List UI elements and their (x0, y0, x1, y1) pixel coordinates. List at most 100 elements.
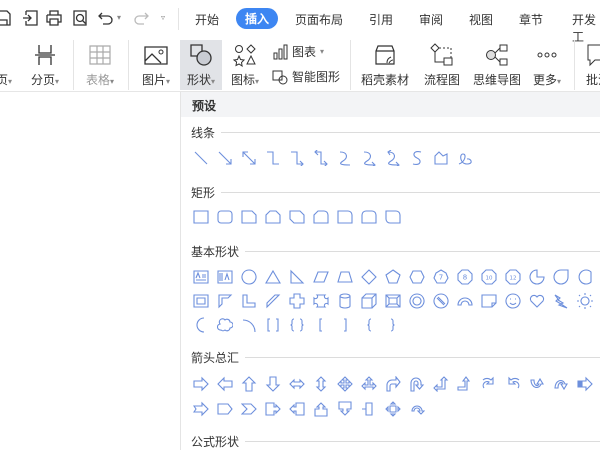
notched-right-arrow-shape-button[interactable] (189, 398, 213, 420)
left-right-arrow-shape-button[interactable] (285, 373, 309, 395)
block-arc-shape-button[interactable] (453, 290, 477, 312)
triangle-shape-button[interactable] (261, 266, 285, 288)
rect-shape-button[interactable] (189, 206, 213, 228)
round-same-shape-button[interactable] (357, 206, 381, 228)
hexagon-shape-button[interactable] (405, 266, 429, 288)
undo-dropdown[interactable]: ▾ (117, 13, 121, 22)
curved-right-arrow-shape-button[interactable] (477, 373, 501, 395)
bent-arrow-shape-button[interactable] (381, 373, 405, 395)
right-brace-shape-button[interactable] (381, 314, 405, 336)
down-arrow-shape-button[interactable] (261, 373, 285, 395)
elbow-shape-button[interactable] (261, 147, 285, 169)
docer-button[interactable]: 稻壳素材 (358, 40, 412, 90)
vertical-text-box-shape-button[interactable] (213, 266, 237, 288)
cloud-shape-button[interactable] (213, 314, 237, 336)
arc-shape-button[interactable] (237, 314, 261, 336)
quad-arrow-shape-button[interactable] (333, 373, 357, 395)
icon-button[interactable]: 图标▾ (225, 40, 265, 90)
redo-icon[interactable] (132, 9, 150, 27)
flowchart-button[interactable]: 流程图 (420, 40, 464, 90)
tab-chapter[interactable]: 章节 (519, 11, 543, 28)
snip-one-shape-button[interactable] (237, 206, 261, 228)
left-arrow-shape-button[interactable] (213, 373, 237, 395)
moon-shape-button[interactable] (189, 314, 213, 336)
print-icon[interactable] (45, 9, 63, 27)
s-curve-shape-button[interactable] (405, 147, 429, 169)
sun-shape-button[interactable] (573, 290, 597, 312)
chart-button[interactable]: 图表 ▾ (272, 43, 324, 60)
tab-insert[interactable]: 插入 (236, 8, 279, 29)
elbow-arrow-shape-button[interactable] (285, 147, 309, 169)
down-arrow-callout-shape-button[interactable] (333, 398, 357, 420)
left-right-arrow-callout-shape-button[interactable] (357, 398, 381, 420)
donut-shape-button[interactable] (405, 290, 429, 312)
u-turn-arrow-shape-button[interactable] (405, 373, 429, 395)
right-arrow-shape-button[interactable] (189, 373, 213, 395)
right-triangle-shape-button[interactable] (285, 266, 309, 288)
parallelogram-shape-button[interactable] (309, 266, 333, 288)
l-shape-shape-button[interactable] (237, 290, 261, 312)
teardrop-shape-button[interactable] (549, 266, 573, 288)
picture-button[interactable]: 图片▾ (135, 40, 177, 90)
pentagon-arrow-shape-button[interactable] (213, 398, 237, 420)
half-frame-shape-button[interactable] (213, 290, 237, 312)
smiley-shape-button[interactable] (501, 290, 525, 312)
cross-shape-button[interactable] (285, 290, 309, 312)
up-arrow-callout-shape-button[interactable] (309, 398, 333, 420)
up-arrow-shape-button[interactable] (237, 373, 261, 395)
tab-page-layout[interactable]: 页面布局 (295, 11, 343, 28)
curve-shape-button[interactable] (333, 147, 357, 169)
page-button[interactable]: 页▾ (0, 40, 18, 90)
left-bracket-shape-button[interactable] (309, 314, 333, 336)
frame-shape-button[interactable] (189, 290, 213, 312)
print-preview-icon[interactable] (71, 9, 89, 27)
chord-shape-button[interactable] (573, 266, 597, 288)
freeform-shape-button[interactable] (429, 147, 453, 169)
double-bracket-shape-button[interactable] (261, 314, 285, 336)
table-button[interactable]: 表格▾ (80, 40, 120, 90)
text-box-shape-button[interactable] (189, 266, 213, 288)
snip-same-shape-button[interactable] (261, 206, 285, 228)
page-break-button[interactable]: 分页▾ (26, 40, 64, 90)
octagon-8-shape-button[interactable]: 8 (453, 266, 477, 288)
curve-arrow-shape-button[interactable] (357, 147, 381, 169)
right-bracket-shape-button[interactable] (333, 314, 357, 336)
scribble-shape-button[interactable] (453, 147, 477, 169)
dodecagon-12-shape-button[interactable]: 12 (501, 266, 525, 288)
left-arrow-callout-shape-button[interactable] (285, 398, 309, 420)
double-brace-shape-button[interactable] (285, 314, 309, 336)
round-diag-shape-button[interactable] (381, 206, 405, 228)
shape-button[interactable]: 形状▾ (180, 40, 222, 90)
tab-references[interactable]: 引用 (369, 11, 393, 28)
left-up-arrow-shape-button[interactable] (429, 373, 453, 395)
lightning-shape-button[interactable] (549, 290, 573, 312)
up-down-arrow-shape-button[interactable] (309, 373, 333, 395)
bevel-shape-button[interactable] (381, 290, 405, 312)
customize-icon[interactable]: ▿ (161, 13, 165, 22)
left-brace-shape-button[interactable] (357, 314, 381, 336)
snip-diag-shape-button[interactable] (285, 206, 309, 228)
circular-arrow-shape-button[interactable] (405, 398, 429, 420)
curve-double-arrow-shape-button[interactable] (381, 147, 405, 169)
chevron-shape-button[interactable] (237, 398, 261, 420)
decagon-10-shape-button[interactable]: 10 (477, 266, 501, 288)
plaque-shape-button[interactable] (309, 290, 333, 312)
save-icon[interactable] (0, 9, 12, 27)
quad-arrow-callout-shape-button[interactable] (381, 398, 405, 420)
export-icon[interactable] (22, 9, 40, 27)
arrow-shape-button[interactable] (213, 147, 237, 169)
snip-round-shape-button[interactable] (309, 206, 333, 228)
diamond-shape-button[interactable] (357, 266, 381, 288)
can-shape-button[interactable] (333, 290, 357, 312)
tab-review[interactable]: 审阅 (419, 11, 443, 28)
line-shape-button[interactable] (189, 147, 213, 169)
left-right-up-arrow-shape-button[interactable] (357, 373, 381, 395)
comment-button[interactable]: 批注 (580, 40, 600, 90)
curved-left-arrow-shape-button[interactable] (501, 373, 525, 395)
undo-icon[interactable] (97, 9, 115, 27)
cube-shape-button[interactable] (357, 290, 381, 312)
curved-up-arrow-shape-button[interactable] (525, 373, 549, 395)
tab-home[interactable]: 开始 (195, 11, 219, 28)
more-button[interactable]: 更多▾ (528, 40, 566, 90)
bent-up-arrow-shape-button[interactable] (453, 373, 477, 395)
